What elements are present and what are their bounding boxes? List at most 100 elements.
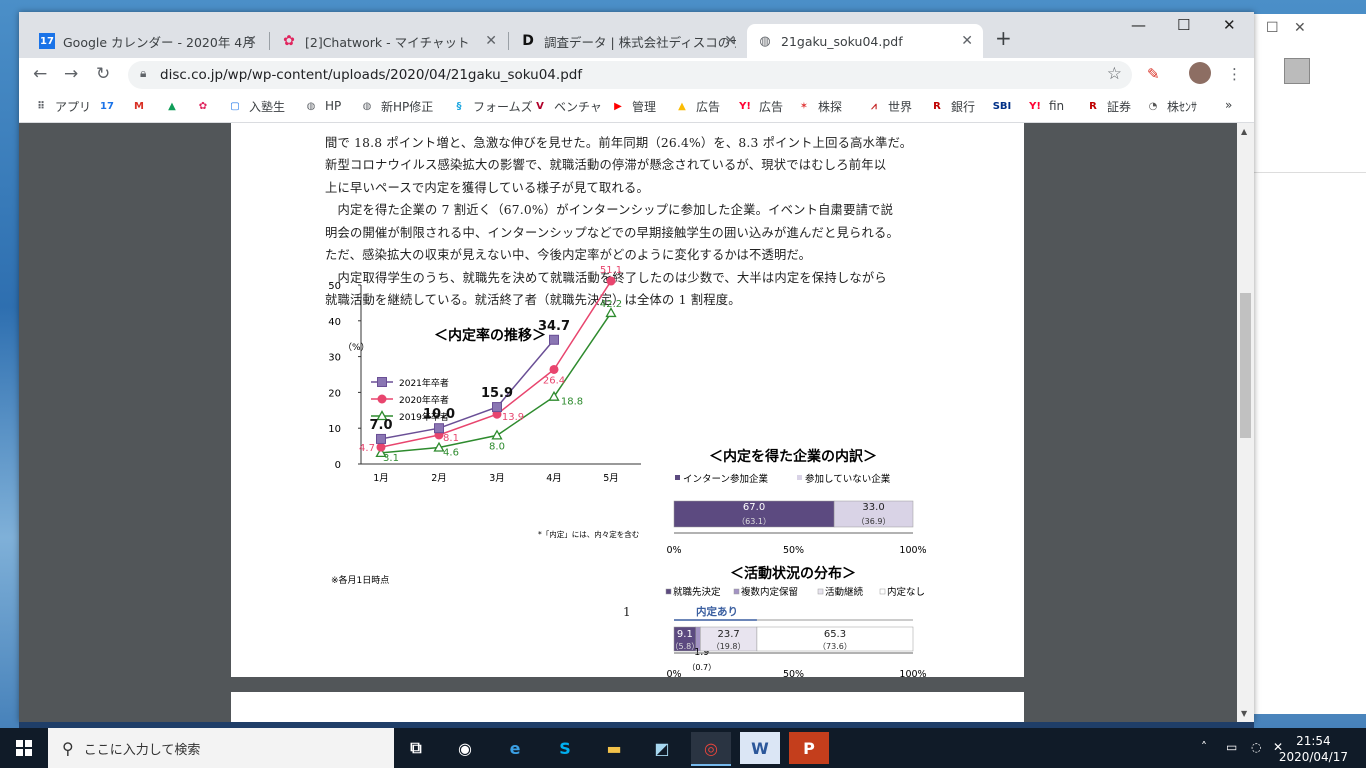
y-tick-label: 30 bbox=[328, 353, 341, 364]
minimize-button[interactable]: — bbox=[1131, 16, 1146, 34]
bookmark-item[interactable]: M bbox=[131, 98, 153, 114]
bookmark-item[interactable]: Y! 広告 bbox=[737, 98, 783, 115]
vertical-scrollbar[interactable]: ▲ ▼ bbox=[1237, 123, 1254, 722]
apps-grid-icon: ⠿ bbox=[37, 101, 45, 112]
bookmark-label: 広告 bbox=[696, 100, 721, 114]
data-label: 51.1 bbox=[600, 265, 622, 276]
y-axis-unit: （%） bbox=[343, 342, 370, 353]
disco-logo-icon: D bbox=[522, 33, 534, 49]
legend-label: 2020年卒者 bbox=[399, 394, 449, 406]
close-tab-icon[interactable]: ✕ bbox=[485, 33, 497, 49]
close-window-button[interactable]: ✕ bbox=[1223, 16, 1236, 34]
data-point bbox=[549, 334, 559, 345]
task-view-icon[interactable]: ⧉ bbox=[396, 732, 436, 764]
bookmark-item[interactable]: SBI bbox=[993, 98, 1016, 114]
new-tab-button[interactable]: + bbox=[995, 26, 1012, 50]
bookmark-item[interactable]: § フォームズ bbox=[451, 98, 533, 115]
bookmark-item[interactable]: R 銀行 bbox=[929, 98, 975, 115]
chart-title: ＜内定を得た企業の内訳＞ bbox=[709, 448, 877, 465]
bookmark-item[interactable]: ⠿ アプリ bbox=[33, 98, 91, 115]
bookmark-item[interactable]: 17 bbox=[99, 98, 121, 114]
bookmark-item[interactable]: ◔ 株ｾﾝｻ bbox=[1145, 98, 1197, 115]
stocks-app-icon[interactable]: ◉ bbox=[445, 732, 485, 764]
chrome-taskbar-icon[interactable]: ◎ bbox=[691, 732, 731, 766]
bookmark-item[interactable]: ✿ bbox=[195, 98, 217, 114]
notes-app-icon[interactable]: ◩ bbox=[642, 732, 682, 764]
edge-icon[interactable]: e bbox=[495, 732, 535, 764]
start-button[interactable] bbox=[0, 728, 48, 768]
clock[interactable]: 21:54 2020/04/17 bbox=[1279, 733, 1348, 765]
bookmark-item[interactable]: ◍ 新HP修正 bbox=[359, 98, 434, 115]
minimize-icon[interactable]: ☐ bbox=[1266, 20, 1279, 36]
tray-chevron-icon[interactable]: ˄ bbox=[1201, 740, 1207, 754]
close-tab-icon[interactable]: ✕ bbox=[724, 33, 736, 49]
close-tab-icon[interactable]: ✕ bbox=[961, 33, 973, 49]
back-icon[interactable]: ← bbox=[33, 64, 47, 84]
bookmark-item[interactable]: ✶ 株探 bbox=[796, 98, 842, 115]
bookmark-item[interactable]: ◍ HP bbox=[303, 98, 342, 114]
extension-icon[interactable]: ✎ bbox=[1147, 65, 1160, 83]
network-icon[interactable]: ◌ bbox=[1251, 740, 1261, 754]
legend-label: 2021年卒者 bbox=[399, 377, 449, 389]
bookmark-item[interactable]: ▲ 広告 bbox=[674, 98, 720, 115]
tab-disco[interactable]: D 調査データ | 株式会社ディスコのサイト ✕ bbox=[510, 24, 746, 58]
url-text[interactable]: disc.co.jp/wp/wp-content/uploads/2020/04… bbox=[160, 67, 582, 83]
bookmark-label: ベンチャ bbox=[554, 100, 602, 114]
data-label: 13.9 bbox=[502, 412, 524, 423]
drive-icon: ▲ bbox=[168, 100, 176, 112]
tab-chatwork[interactable]: ✿ [2]Chatwork - マイチャット ✕ bbox=[271, 24, 507, 58]
x-tick-label: 100% bbox=[899, 669, 926, 680]
bookmark-item[interactable]: ⩘ 世界 bbox=[866, 98, 912, 115]
bookmark-item[interactable]: ▶ 管理 bbox=[610, 98, 656, 115]
bookmark-item[interactable]: ▲ bbox=[164, 98, 186, 114]
ads-icon: ▲ bbox=[678, 101, 686, 112]
bar-value-label: 23.7 bbox=[717, 629, 739, 640]
battery-icon[interactable]: ▭ bbox=[1226, 740, 1237, 754]
close-icon[interactable]: ✕ bbox=[1294, 20, 1306, 36]
globe-icon: ◍ bbox=[362, 101, 372, 112]
profile-avatar[interactable] bbox=[1189, 62, 1211, 84]
calendar-icon: 17 bbox=[100, 100, 114, 112]
address-bar[interactable]: 🔒︎ disc.co.jp/wp/wp-content/uploads/2020… bbox=[128, 61, 1132, 89]
forward-icon[interactable]: → bbox=[64, 64, 78, 84]
close-tab-icon[interactable]: ✕ bbox=[245, 33, 257, 49]
bar-prev-label: （19.8） bbox=[712, 642, 746, 651]
data-point bbox=[376, 433, 386, 444]
bookmark-item[interactable]: V ベンチャ bbox=[532, 98, 602, 115]
bookmark-star-icon[interactable]: ☆ bbox=[1107, 64, 1122, 84]
search-placeholder[interactable]: ここに入力して検索 bbox=[84, 739, 201, 758]
gmail-icon: M bbox=[134, 100, 144, 112]
y-tick-label: 10 bbox=[328, 424, 341, 435]
file-explorer-icon[interactable]: ▬ bbox=[594, 732, 634, 764]
bookmark-label: 管理 bbox=[632, 100, 657, 114]
rakuten-icon: R bbox=[933, 101, 941, 112]
avatar[interactable] bbox=[1284, 58, 1310, 84]
divider bbox=[1254, 172, 1366, 173]
tab-title: 21gaku_soku04.pdf bbox=[781, 33, 903, 49]
tab-pdf[interactable]: ◍ 21gaku_soku04.pdf ✕ bbox=[747, 24, 983, 58]
tab-separator bbox=[508, 32, 509, 50]
lock-icon[interactable]: 🔒︎ bbox=[140, 66, 146, 81]
globe-icon: ◍ bbox=[759, 33, 771, 49]
scrollbar-thumb[interactable] bbox=[1240, 293, 1251, 438]
x-tick-label: 4月 bbox=[546, 473, 562, 484]
powerpoint-icon[interactable]: P bbox=[789, 732, 829, 764]
skype-icon[interactable]: S bbox=[545, 732, 585, 764]
taskbar-search[interactable]: ⚲ ここに入力して検索 bbox=[48, 728, 394, 768]
menu-icon[interactable]: ⋮ bbox=[1227, 65, 1242, 83]
bookmark-label: 銀行 bbox=[951, 100, 976, 114]
reload-icon[interactable]: ↻ bbox=[96, 64, 110, 84]
scroll-down-icon[interactable]: ▼ bbox=[1241, 709, 1247, 718]
word-icon[interactable]: W bbox=[740, 732, 780, 764]
bar-prev-label: （0.7） bbox=[687, 663, 716, 672]
bookmarks-overflow-button[interactable]: » bbox=[1225, 98, 1232, 112]
data-point bbox=[491, 429, 503, 440]
tab-google-calendar[interactable]: 17 Google カレンダー - 2020年 4月 20 ✕ bbox=[29, 24, 267, 58]
scroll-up-icon[interactable]: ▲ bbox=[1241, 127, 1247, 136]
bookmark-item[interactable]: R 証券 bbox=[1085, 98, 1131, 115]
bookmark-item[interactable]: Y! fin bbox=[1027, 98, 1064, 114]
maximize-button[interactable]: ☐ bbox=[1177, 16, 1190, 34]
tab-title: Google カレンダー - 2020年 4月 20 bbox=[63, 34, 257, 50]
data-label: 18.8 bbox=[561, 397, 583, 408]
bookmark-item[interactable]: ▢ 入塾生 bbox=[227, 98, 285, 115]
